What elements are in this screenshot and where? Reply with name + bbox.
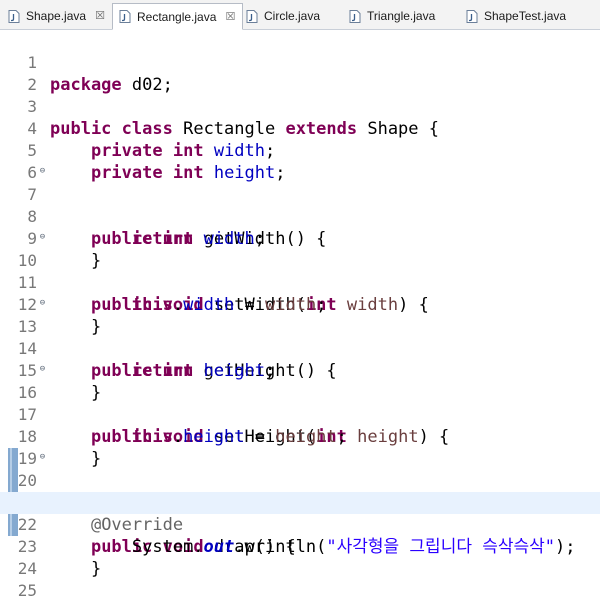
close-tab-icon[interactable]: ☒ [94, 10, 106, 22]
code-line: 18 } [0, 404, 600, 469]
tab-label: ShapeTest.java [484, 9, 567, 23]
java-file-icon [119, 10, 131, 23]
code-line: 12 } [0, 272, 600, 337]
code-line: 14 return height; [0, 316, 600, 381]
eclipse-editor-window: Shape.java ☒ Rectangle.java ☒ Circle.jav… [0, 0, 600, 603]
fold-collapse-icon[interactable]: ⊖ [38, 365, 47, 374]
code-line: 23 } [0, 514, 600, 579]
code-line: 24 [0, 536, 600, 578]
code-line: 6 [0, 140, 600, 182]
fold-collapse-icon[interactable]: ⊖ [38, 233, 47, 242]
code-line: 10 ⊖ public void setWidth(int width) { [0, 228, 600, 316]
fold-collapse-icon[interactable]: ⊖ [38, 453, 47, 462]
code-line: 11 this.width = width; [0, 250, 600, 315]
tab-shapetest-java[interactable]: ShapeTest.java [460, 3, 572, 29]
current-code-line: 22 System.out.println("사각형을 그립니다 슥삭슥삭"); [0, 492, 600, 557]
code-line: 17 this.height = height; [0, 382, 600, 447]
close-tab-icon[interactable]: ☒ [224, 11, 236, 23]
code-line: 8 return width; [0, 184, 600, 249]
code-line: 3 public class Rectangle extends Shape { [0, 74, 600, 139]
code-line: 13 ⊖ public int getHeight() { [0, 294, 600, 382]
tab-rectangle-java[interactable]: Rectangle.java ☒ [112, 3, 244, 30]
fold-collapse-icon[interactable]: ⊖ [38, 167, 47, 176]
tab-label: Shape.java [26, 9, 87, 23]
code-line: 4 private int width; [0, 96, 600, 161]
java-file-icon [466, 9, 478, 23]
code-line: 7 ⊖ public int getWidth() { [0, 162, 600, 250]
editor-tab-bar: Shape.java ☒ Rectangle.java ☒ Circle.jav… [0, 0, 600, 30]
code-line: 19 [0, 426, 600, 468]
tab-circle-java[interactable]: Circle.java [240, 3, 326, 29]
code-line: 15 } [0, 338, 600, 403]
tab-label: Rectangle.java [137, 9, 217, 24]
code-line: 25 } [0, 558, 600, 600]
code-line: 16 ⊖ public void setHeight(int height) { [0, 360, 600, 448]
code-editor[interactable]: 1 package d02; 2 3 public class Rectangl… [0, 30, 600, 603]
code-line: 1 package d02; [0, 30, 600, 95]
tab-label: Circle.java [264, 9, 321, 23]
java-file-icon [246, 9, 258, 23]
tab-triangle-java[interactable]: Triangle.java [343, 3, 441, 29]
code-line: 9 } [0, 206, 600, 271]
code-line: 20 ⊖ @Override [0, 448, 600, 536]
java-file-icon [8, 9, 20, 23]
tab-shape-java[interactable]: Shape.java ☒ [2, 3, 112, 29]
code-line: 26 [0, 580, 600, 602]
fold-collapse-icon[interactable]: ⊖ [38, 299, 47, 308]
code-line: 21 public void draw() { [0, 470, 600, 557]
java-file-icon [349, 9, 361, 23]
override-marker-icon[interactable] [14, 475, 108, 512]
code-line: 5 private int height; [0, 118, 600, 183]
tab-label: Triangle.java [367, 9, 436, 23]
code-line: 2 [0, 52, 600, 94]
